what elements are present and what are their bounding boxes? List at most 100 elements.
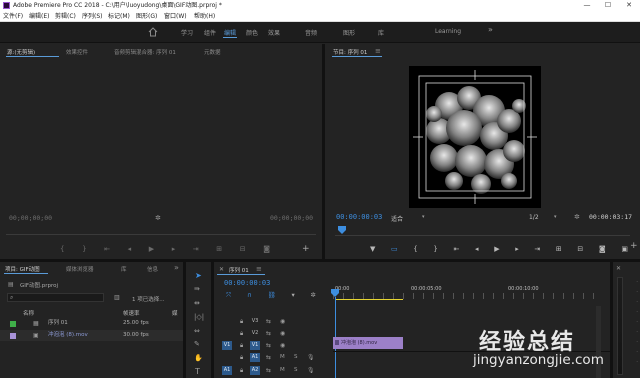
sync-lock-icon[interactable]: ⇆: [266, 354, 271, 361]
export-frame-icon[interactable]: ◙: [263, 245, 270, 253]
sync-lock-icon[interactable]: ⇆: [266, 367, 271, 374]
column-framerate-header[interactable]: 帧速率: [123, 309, 140, 317]
hand-tool-icon[interactable]: ✋: [194, 355, 203, 362]
workspace-libraries[interactable]: 库: [378, 28, 384, 37]
wrench-icon[interactable]: ✲: [155, 215, 161, 222]
resolution-chevron-down-icon[interactable]: ▾: [554, 214, 557, 221]
tab-audio-clip-mixer[interactable]: 音频剪辑混合器: 序列 01: [114, 48, 176, 56]
timeline-menu-icon[interactable]: ≡: [256, 265, 262, 273]
workspace-assembly[interactable]: 组件: [204, 28, 216, 37]
go-to-out-icon[interactable]: ⇥: [193, 245, 199, 253]
step-forward-icon[interactable]: ▸: [172, 245, 176, 253]
minimize-button[interactable]: —: [580, 0, 594, 11]
go-to-in-icon[interactable]: ⇤: [454, 245, 460, 254]
mark-out-icon[interactable]: }: [433, 245, 437, 254]
tab-source[interactable]: 源:(无剪辑): [7, 48, 35, 56]
tab-info[interactable]: 信息: [147, 265, 158, 273]
add-marker-icon[interactable]: ▾: [291, 291, 294, 299]
list-item[interactable]: ▣ 冲泡泡 (8).mov 30.00 fps: [0, 330, 183, 341]
nest-icon[interactable]: ⤧: [226, 291, 231, 299]
track-header-a2[interactable]: A1 🔒︎ A2 ⇆ M S 🎙︎: [214, 365, 333, 377]
solo-icon[interactable]: S: [294, 367, 298, 374]
close-icon[interactable]: ✕: [616, 265, 621, 272]
solo-icon[interactable]: S: [294, 354, 298, 361]
new-bin-icon[interactable]: ▥: [114, 294, 120, 301]
menu-clip[interactable]: 剪辑(C): [55, 11, 76, 22]
workspace-learning[interactable]: Learning: [435, 28, 461, 35]
play-icon[interactable]: ▶: [494, 245, 499, 254]
fit-chevron-down-icon[interactable]: ▾: [422, 214, 425, 221]
lock-icon[interactable]: 🔒︎: [240, 330, 243, 337]
export-frame-icon[interactable]: ◙: [599, 245, 606, 254]
program-playhead-timecode[interactable]: 00:00:00:03: [336, 213, 382, 221]
workspace-editing[interactable]: 编辑: [224, 28, 236, 37]
menu-graphics[interactable]: 图形(G): [136, 11, 157, 22]
type-tool-icon[interactable]: T: [195, 368, 200, 376]
playhead-marker-icon[interactable]: [337, 226, 347, 234]
timeline-timecode[interactable]: 00:00:00:03: [224, 279, 270, 287]
track-label-a1[interactable]: A1: [250, 353, 260, 362]
column-name-header[interactable]: 名称: [23, 309, 34, 317]
add-button-icon[interactable]: +: [302, 245, 310, 254]
slip-tool-icon[interactable]: ⇔: [194, 328, 200, 335]
program-scrubber[interactable]: [335, 235, 630, 236]
razor-tool-icon[interactable]: |◇|: [194, 314, 204, 321]
menu-file[interactable]: 文件(F): [3, 11, 23, 22]
list-item[interactable]: ▦ 序列 01 25.00 fps: [0, 318, 183, 329]
source-timecode-in[interactable]: 00;00;00;00: [9, 214, 52, 222]
project-search-input[interactable]: ⌕: [7, 293, 104, 302]
track-label-a2[interactable]: A2: [250, 366, 260, 375]
menu-edit[interactable]: 编辑(E): [29, 11, 49, 22]
close-button[interactable]: ✕: [622, 0, 636, 11]
workspace-learn[interactable]: 学习: [181, 28, 193, 37]
work-area-bar[interactable]: [335, 299, 403, 300]
source-patch-a1[interactable]: A1: [222, 366, 232, 375]
menu-window[interactable]: 窗口(W): [164, 11, 187, 22]
mark-in-icon[interactable]: {: [60, 245, 64, 253]
tab-libraries[interactable]: 库: [121, 265, 127, 273]
mark-in-icon[interactable]: {: [413, 245, 417, 254]
tab-metadata[interactable]: 元数据: [204, 48, 221, 56]
step-back-icon[interactable]: ◂: [128, 245, 132, 253]
lock-icon[interactable]: 🔒︎: [240, 342, 243, 349]
track-select-tool-icon[interactable]: ⇛: [194, 286, 200, 293]
pen-tool-icon[interactable]: ✎: [194, 341, 200, 348]
snap-icon[interactable]: ∩: [247, 291, 252, 299]
lock-icon[interactable]: 🔒︎: [240, 318, 243, 325]
workspace-color[interactable]: 颜色: [246, 28, 258, 37]
sync-lock-icon[interactable]: ⇆: [266, 330, 271, 337]
wrench-icon[interactable]: ✲: [574, 214, 580, 221]
microphone-icon[interactable]: 🎙︎: [307, 354, 315, 361]
tab-effect-controls[interactable]: 效果控件: [66, 48, 88, 56]
eye-icon[interactable]: ◉: [280, 318, 285, 325]
menu-sequence[interactable]: 序列(S): [82, 11, 103, 22]
workspace-more-button[interactable]: »: [488, 25, 493, 34]
source-patch-v1[interactable]: V1: [222, 341, 232, 350]
close-icon[interactable]: ✕: [219, 266, 224, 273]
add-button-icon[interactable]: +: [630, 242, 638, 251]
workspace-audio[interactable]: 音频: [305, 28, 317, 37]
maximize-button[interactable]: ☐: [601, 0, 615, 11]
track-header-v3[interactable]: 🔒︎ V3 ⇆ ◉: [214, 316, 333, 328]
selection-tool-icon[interactable]: ➤: [195, 272, 202, 280]
workspace-graphics[interactable]: 图形: [343, 28, 355, 37]
compare-view-icon[interactable]: ▣: [621, 245, 628, 254]
insert-icon[interactable]: ⊞: [216, 245, 222, 253]
track-label-v1[interactable]: V1: [250, 341, 260, 350]
mute-icon[interactable]: M: [280, 354, 285, 361]
resolution-dropdown[interactable]: 1/2: [529, 214, 539, 221]
workspace-effects[interactable]: 效果: [268, 28, 280, 37]
lock-icon[interactable]: 🔒︎: [240, 354, 243, 361]
menu-marker[interactable]: 标记(M): [108, 11, 130, 22]
home-icon[interactable]: [148, 27, 158, 37]
settings-wrench-icon[interactable]: ✲: [311, 291, 316, 299]
track-header-v1[interactable]: V1 🔒︎ V1 ⇆ ◉: [214, 339, 333, 352]
program-title[interactable]: 节目: 序列 01: [333, 48, 367, 56]
go-to-out-icon[interactable]: ⇥: [534, 245, 540, 254]
eye-icon[interactable]: ◉: [280, 342, 285, 349]
microphone-icon[interactable]: 🎙︎: [307, 367, 315, 374]
timeline-clip[interactable]: 冲泡泡 (8).mov: [333, 337, 403, 349]
add-marker-icon[interactable]: ▼: [370, 245, 375, 254]
project-more-button[interactable]: »: [174, 263, 179, 272]
lift-icon[interactable]: ⊞: [556, 245, 562, 254]
